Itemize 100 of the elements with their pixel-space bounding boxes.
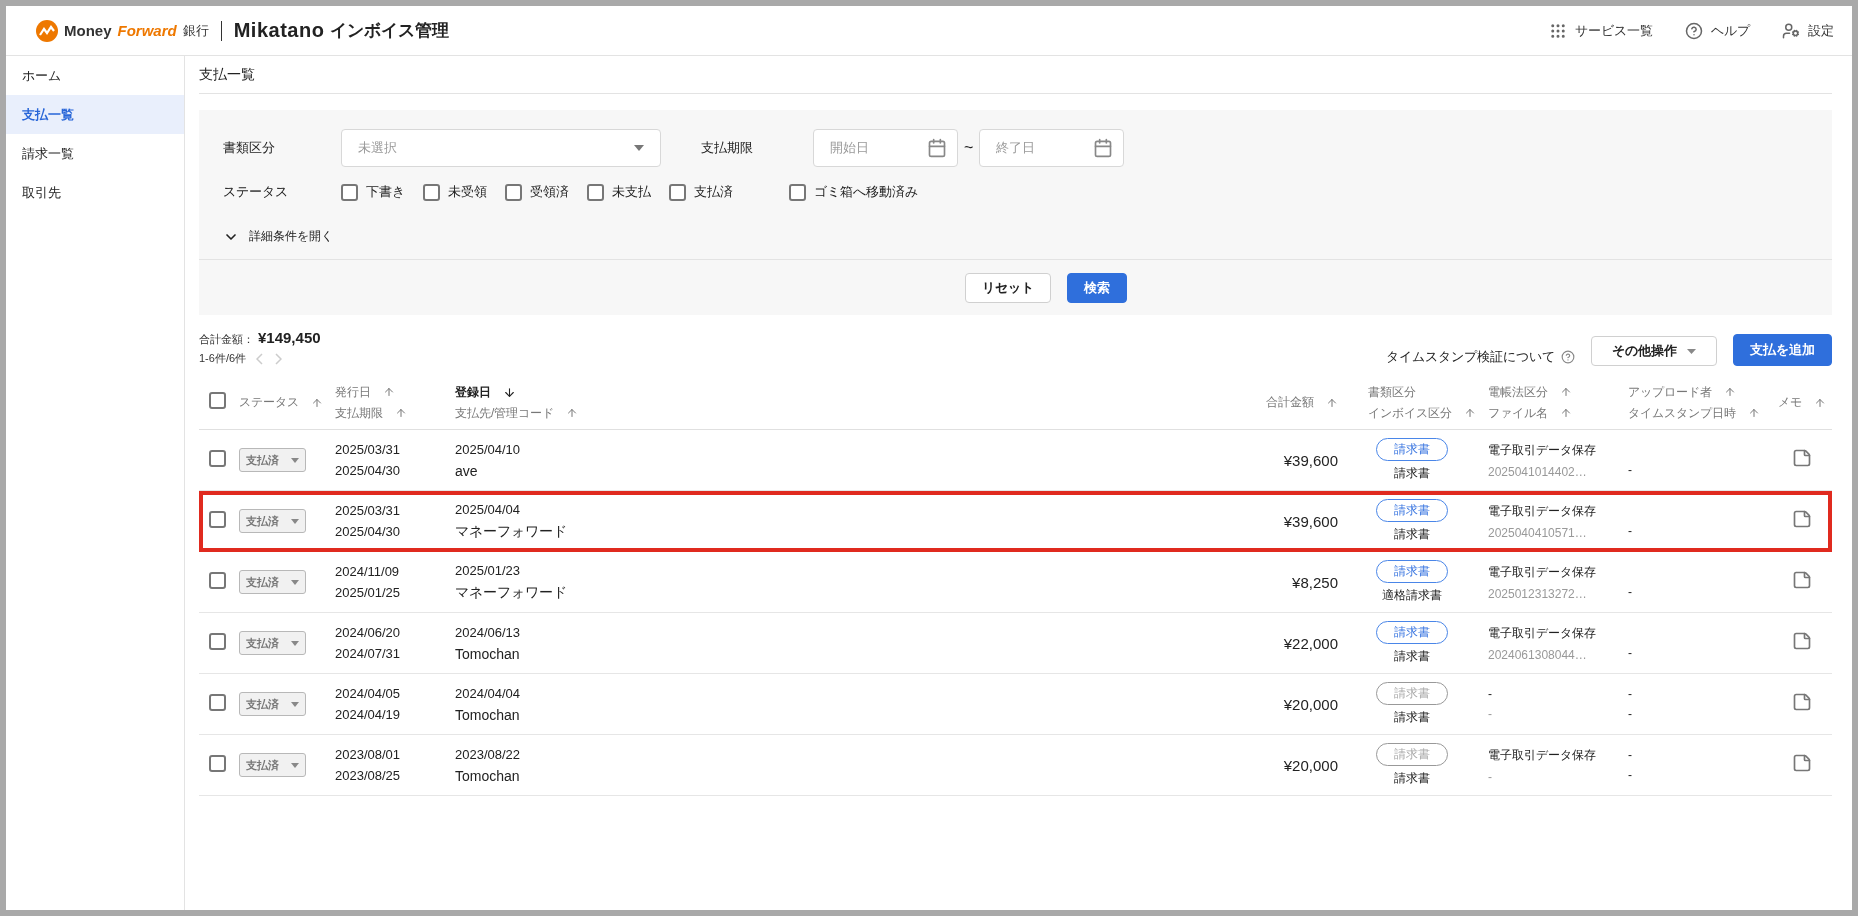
file-name: - — [1488, 769, 1493, 784]
due-date: 2024/07/31 — [335, 646, 402, 661]
calendar-icon — [1093, 138, 1114, 158]
checkbox[interactable] — [505, 183, 522, 201]
sort-icon — [1748, 407, 1760, 419]
memo-icon[interactable] — [1792, 570, 1812, 590]
status-dropdown[interactable]: 支払済 — [239, 448, 306, 472]
checkbox[interactable] — [587, 183, 604, 201]
details-toggle[interactable]: 詳細条件を開く — [249, 228, 333, 245]
sort-icon — [395, 407, 407, 419]
column-header[interactable]: ファイル名 — [1488, 404, 1572, 422]
partner-name: ave — [455, 462, 479, 479]
column-header[interactable]: アップロード者 — [1628, 383, 1736, 401]
sidebar-item[interactable]: 請求一覧 — [6, 134, 184, 173]
brand-suffix: 銀行 — [182, 21, 209, 40]
file-name: 2024061308044… — [1488, 647, 1588, 662]
product-suffix: インボイス管理 — [330, 20, 450, 42]
sort-icon — [383, 386, 395, 398]
partner-name: Tomochan — [455, 706, 521, 723]
column-header[interactable]: ステータス — [239, 394, 323, 411]
field-label: 支払期限 — [701, 139, 754, 157]
checkbox-label: 受領済 — [530, 183, 569, 201]
date-field[interactable]: 開始日 — [813, 129, 958, 167]
memo-icon[interactable] — [1792, 753, 1812, 773]
range-separator: ~ — [964, 139, 974, 157]
caret-icon — [634, 145, 644, 151]
column-header[interactable]: 合計金額 — [1266, 394, 1338, 411]
sort-icon — [566, 407, 579, 419]
column-header[interactable]: 登録日 — [455, 383, 516, 401]
date-field[interactable]: 終了日 — [979, 129, 1125, 167]
checkbox[interactable] — [669, 183, 686, 201]
settings-icon — [1782, 21, 1800, 40]
sidebar-item[interactable]: ホーム — [6, 56, 184, 95]
sort-icon — [1560, 386, 1572, 398]
column-header[interactable]: インボイス区分 — [1368, 404, 1476, 422]
memo-icon[interactable] — [1792, 509, 1812, 529]
search-button[interactable]: 検索 — [1066, 272, 1127, 303]
document-type-select[interactable]: 未選択 — [341, 129, 661, 167]
memo-icon[interactable] — [1792, 631, 1812, 651]
column-header[interactable]: タイムスタンプ日時 — [1628, 404, 1760, 422]
checkbox[interactable] — [209, 632, 226, 650]
memo-icon[interactable] — [1792, 692, 1812, 712]
status-dropdown[interactable]: 支払済 — [239, 570, 306, 594]
help-icon — [1561, 350, 1575, 364]
calendar-icon — [927, 138, 947, 158]
timestamp-link[interactable]: タイムスタンプ検証について — [1386, 348, 1555, 366]
checkbox[interactable] — [209, 693, 226, 711]
invoice-type: 請求書 — [1394, 648, 1430, 665]
checkbox-label: 未受領 — [448, 183, 487, 201]
add-payment-button[interactable]: 支払を追加 — [1733, 334, 1832, 366]
checkbox[interactable] — [789, 183, 806, 201]
sort-icon — [1560, 407, 1572, 419]
sidebar-item[interactable]: 支払一覧 — [6, 95, 184, 134]
grid-icon — [1549, 21, 1567, 40]
issue-date: 2024/11/09 — [335, 564, 401, 579]
nav-link[interactable]: ヘルプ — [1711, 21, 1750, 40]
checkbox[interactable] — [209, 449, 226, 467]
storage-type: 電子取引データ保存 — [1488, 441, 1597, 459]
column-header[interactable]: 支払期限 — [335, 404, 407, 422]
checkbox[interactable] — [341, 183, 358, 201]
registered-date: 2025/04/04 — [455, 501, 522, 517]
column-header[interactable]: 書類区分 — [1368, 383, 1416, 401]
due-date: 2023/08/25 — [335, 768, 402, 783]
registered-date: 2023/08/22 — [455, 746, 522, 762]
status-dropdown[interactable]: 支払済 — [239, 631, 306, 655]
column-header[interactable]: メモ — [1778, 394, 1826, 411]
column-header[interactable]: 電帳法区分 — [1488, 383, 1572, 401]
caret-icon — [1687, 348, 1696, 354]
memo-icon[interactable] — [1792, 448, 1812, 468]
checkbox[interactable] — [209, 510, 226, 528]
checkbox[interactable] — [423, 183, 440, 201]
due-date: 2024/04/19 — [335, 707, 402, 722]
checkbox[interactable] — [209, 754, 226, 772]
checkbox[interactable] — [209, 571, 226, 589]
amount: ¥20,000 — [1282, 695, 1339, 713]
sidebar-item[interactable]: 取引先 — [6, 173, 184, 212]
other-actions-button[interactable]: その他操作 — [1591, 336, 1717, 366]
due-date: 2025/04/30 — [335, 463, 402, 478]
status-dropdown[interactable]: 支払済 — [239, 753, 306, 777]
nav-link[interactable]: 設定 — [1808, 21, 1834, 40]
status-dropdown[interactable]: 支払済 — [239, 509, 306, 533]
nav-link[interactable]: サービス一覧 — [1575, 21, 1653, 40]
column-header[interactable]: 支払先/管理コード — [455, 404, 579, 422]
timestamp: - — [1628, 646, 1633, 660]
checkbox[interactable] — [209, 392, 226, 409]
column-header[interactable]: 発行日 — [335, 383, 395, 401]
reset-button[interactable]: リセット — [964, 272, 1051, 303]
help-icon — [1685, 21, 1703, 40]
registered-date: 2024/06/13 — [455, 624, 522, 640]
amount: ¥39,600 — [1282, 451, 1339, 469]
result-count: 1-6件/6件 — [199, 351, 247, 366]
brand-name: Forward — [117, 22, 177, 39]
file-name: 2025040410571… — [1488, 525, 1588, 540]
uploader: - — [1628, 748, 1633, 762]
due-date: 2025/01/25 — [335, 585, 402, 600]
status-dropdown[interactable]: 支払済 — [239, 692, 306, 716]
storage-type: 電子取引データ保存 — [1488, 563, 1597, 581]
sort-icon — [311, 396, 323, 409]
sort-icon — [1724, 386, 1736, 398]
timestamp: - — [1628, 707, 1633, 721]
